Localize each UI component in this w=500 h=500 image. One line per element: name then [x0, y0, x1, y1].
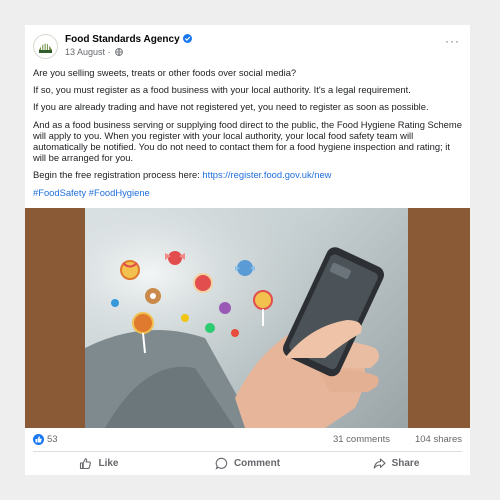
facebook-post-card: Food Standards Agency 13 August · ··· Ar…: [25, 25, 470, 475]
share-arrow-icon: [373, 458, 386, 469]
comment-button[interactable]: Comment: [173, 452, 322, 475]
registration-link[interactable]: https://register.food.gov.uk/new: [202, 169, 331, 180]
post-paragraph: If you are already trading and have not …: [33, 101, 429, 113]
like-button[interactable]: Like: [25, 452, 173, 475]
post-image[interactable]: [25, 208, 470, 428]
fsa-logo: [39, 42, 52, 53]
comment-bubble-icon: [215, 457, 228, 470]
more-options-icon[interactable]: ···: [445, 35, 460, 47]
hashtags[interactable]: #FoodSafety #FoodHygiene: [33, 187, 465, 198]
author-name[interactable]: Food Standards Agency: [65, 34, 180, 45]
reactions-count[interactable]: 53: [47, 434, 58, 445]
post-stats: 53 31 comments 104 shares: [25, 428, 470, 450]
registration-lead: Begin the free registration process here…: [33, 169, 203, 181]
meta-separator: ·: [107, 47, 111, 57]
post-meta: 13 August ·: [65, 47, 123, 57]
thumbs-up-icon: [80, 458, 92, 470]
comment-label: Comment: [233, 458, 281, 469]
post-paragraph: And as a food business serving or supply…: [33, 118, 462, 164]
post-paragraph: Are you selling sweets, treats or other …: [33, 67, 297, 78]
like-label: Like: [98, 458, 119, 469]
verified-badge-icon: [182, 34, 192, 43]
shares-count[interactable]: 104 shares: [415, 434, 462, 445]
like-reaction-icon[interactable]: [33, 434, 44, 445]
post-paragraph: If so, you must register as a food busin…: [33, 84, 411, 96]
globe-icon: [115, 48, 123, 56]
share-label: Share: [391, 458, 420, 469]
page-avatar[interactable]: [33, 34, 58, 59]
post-header: Food Standards Agency 13 August · ···: [25, 25, 470, 63]
comments-count[interactable]: 31 comments: [333, 434, 390, 445]
post-body: Are you selling sweets, treats or other …: [33, 67, 465, 204]
registration-line: Begin the free registration process here…: [33, 169, 465, 180]
share-button[interactable]: Share: [322, 452, 470, 475]
phone-with-sweets-photo: [85, 208, 408, 428]
page-name[interactable]: Food Standards Agency: [65, 34, 192, 45]
post-actions: Like Comment Share: [25, 452, 470, 475]
post-date[interactable]: 13 August: [65, 47, 105, 57]
